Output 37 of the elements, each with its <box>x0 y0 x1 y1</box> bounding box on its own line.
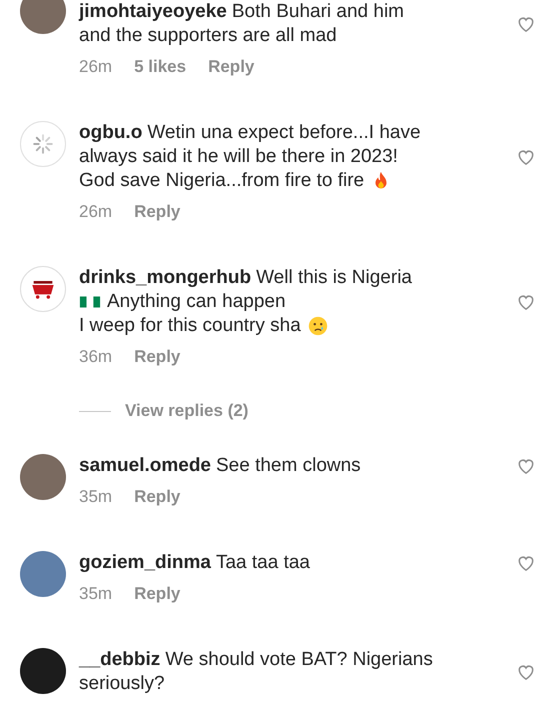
avatar-photo <box>20 551 66 597</box>
timestamp: 26m <box>79 56 112 78</box>
comment-text: See them clowns <box>216 454 361 478</box>
username-link[interactable]: __debbiz <box>79 648 160 672</box>
logo-avatar-icon <box>20 266 66 312</box>
comment-text: God save Nigeria...from fire to fire <box>79 169 364 193</box>
username-link[interactable]: ogbu.o <box>79 121 142 145</box>
comment-text: seriously? <box>79 672 165 696</box>
timestamp: 36m <box>79 346 112 368</box>
reply-link[interactable]: Reply <box>134 485 180 509</box>
reply-link[interactable]: Reply <box>208 55 254 79</box>
reply-link[interactable]: Reply <box>134 582 180 606</box>
comment-text: We should vote BAT? Nigerians <box>165 648 433 672</box>
comment-text: Well this is Nigeria <box>256 266 412 290</box>
comment-text: I weep for this country sha <box>79 314 301 338</box>
comment-text: and the supporters are all mad <box>79 24 337 48</box>
avatar-photo <box>20 454 66 500</box>
crying-face-icon <box>306 315 329 337</box>
reply-link[interactable]: Reply <box>134 200 180 224</box>
avatar-photo <box>20 648 66 694</box>
comment-text: always said it he will be there in 2023! <box>79 145 398 169</box>
username-link[interactable]: samuel.omede <box>79 454 211 478</box>
timestamp: 26m <box>79 201 112 223</box>
reply-link[interactable]: Reply <box>134 345 180 369</box>
avatar-photo <box>20 0 66 34</box>
comment-text: Wetin una expect before...I have <box>147 121 421 145</box>
timestamp: 35m <box>79 583 112 605</box>
username-link[interactable]: drinks_mongerhub <box>79 266 252 290</box>
username-link[interactable]: jimohtaiyeoyeke <box>79 0 227 24</box>
view-replies-link[interactable]: View replies (2) <box>125 399 248 423</box>
spinner-avatar-icon <box>20 121 66 167</box>
comment-text: Both Buhari and him <box>232 0 404 24</box>
username-link[interactable]: goziem_dinma <box>79 551 211 575</box>
likes-link[interactable]: 5 likes <box>134 55 186 79</box>
comment-text: Taa taa taa <box>216 551 310 575</box>
comment-text: Anything can happen <box>107 290 286 314</box>
timestamp: 35m <box>79 486 112 508</box>
